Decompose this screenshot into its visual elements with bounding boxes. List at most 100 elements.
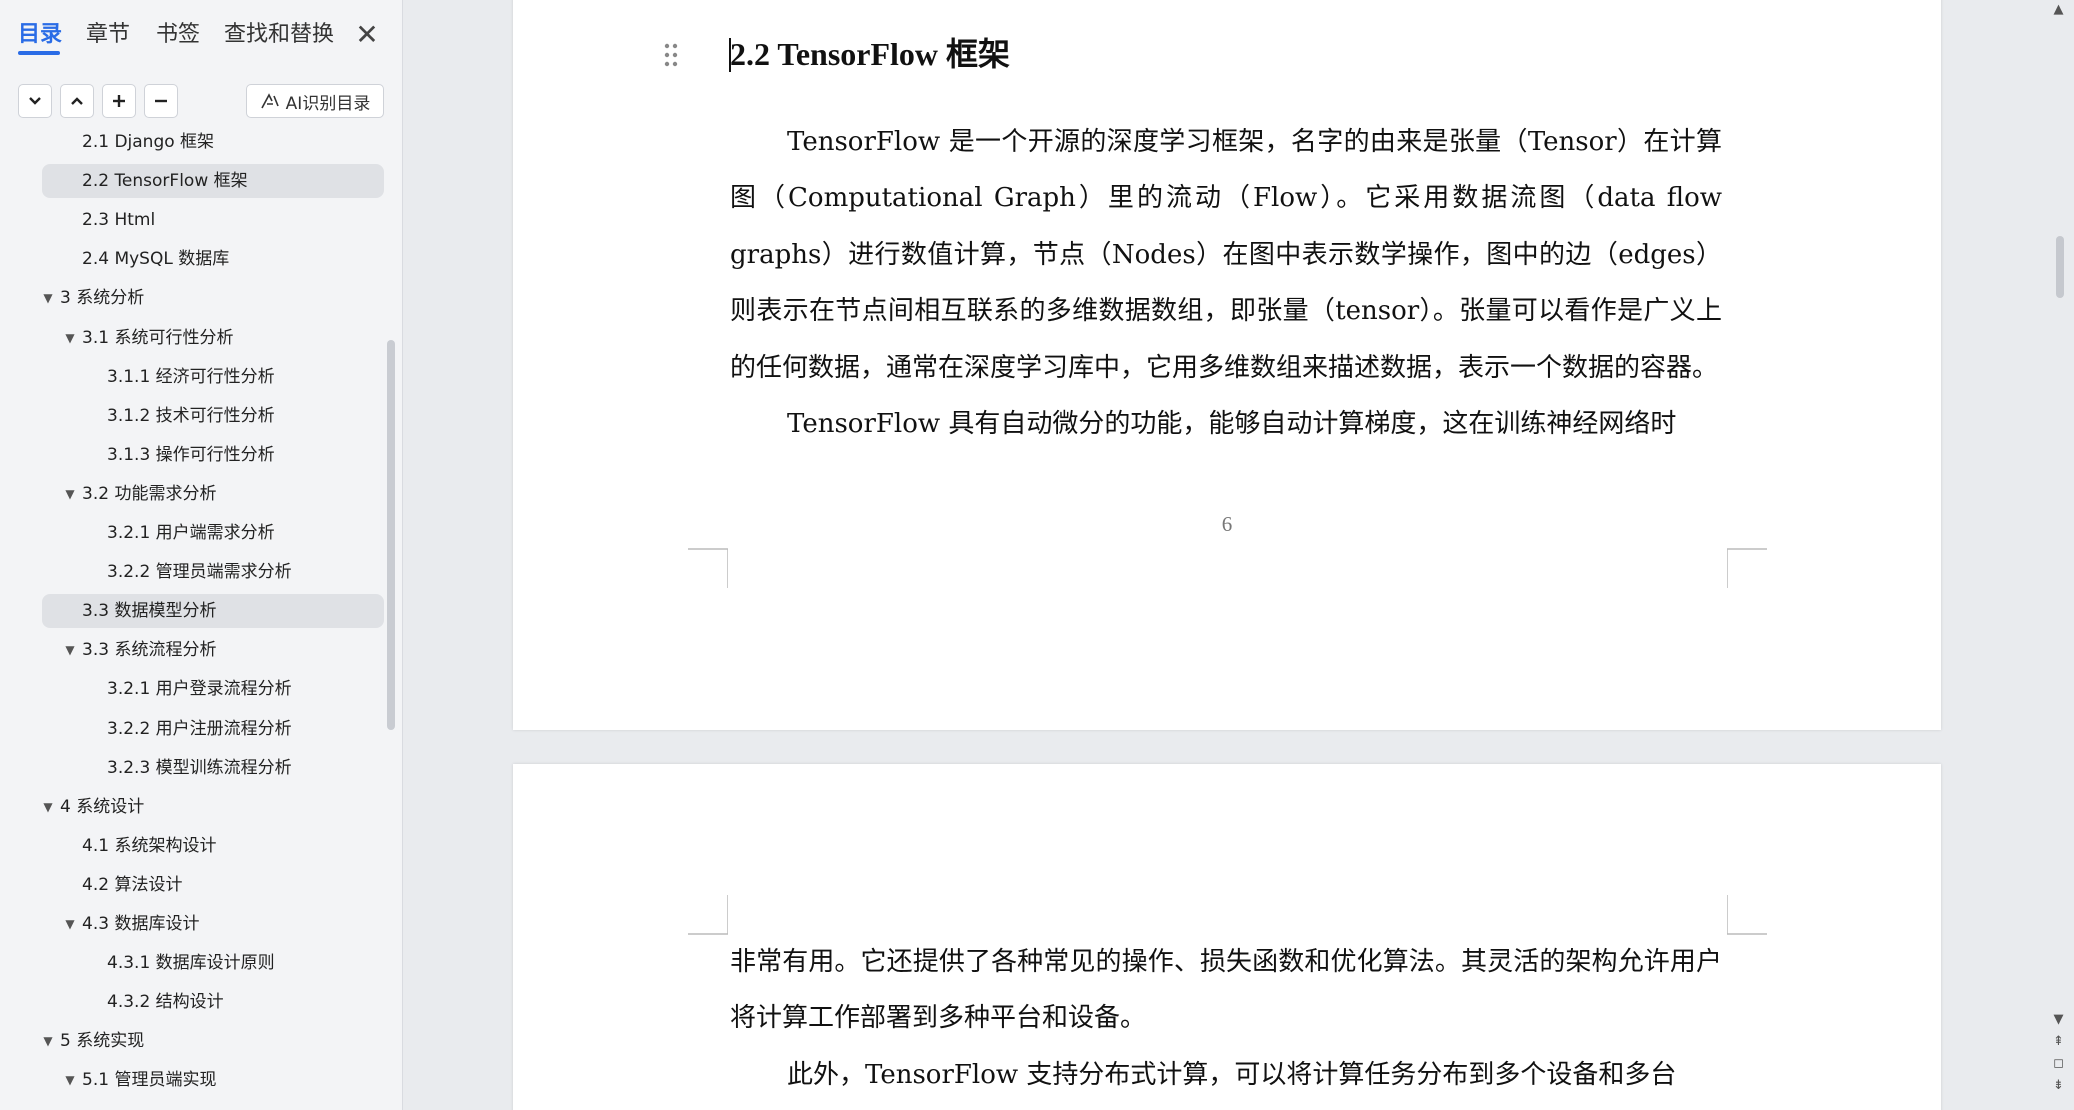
toc-item[interactable]: ▼ 4 系统设计 (42, 790, 384, 824)
paragraph[interactable]: 非常有用。它还提供了各种常见的操作、损失函数和优化算法。其灵活的架构允许用户将计… (730, 934, 1722, 1047)
toc-item[interactable]: ▼ 3 系统分析 (42, 281, 384, 315)
toc-item-label: 2.2 TensorFlow 框架 (82, 171, 248, 192)
toc-item[interactable]: ▼ 5 系统实现 (42, 1024, 384, 1058)
margin-corner-mark (1727, 895, 1767, 935)
toc-item[interactable]: ▼ 3.1 系统可行性分析 (42, 321, 384, 355)
toc-item-label: 3.1.2 技术可行性分析 (107, 405, 275, 426)
navigation-pane: 目录 章节 书签 查找和替换 ✕ AI识别目录 2.1 Django 框架 2.2… (0, 0, 403, 1110)
expand-triangle-icon[interactable]: ▼ (40, 790, 56, 824)
page-number: 6 (1221, 512, 1233, 536)
ai-recognize-toc-button[interactable]: AI识别目录 (246, 84, 384, 118)
toc-item[interactable]: 4.2 算法设计 (42, 868, 384, 902)
toc-item-label: 3.3 数据模型分析 (82, 601, 217, 622)
toc-item[interactable]: 4.1 系统架构设计 (42, 829, 384, 863)
expand-triangle-icon[interactable]: ▼ (62, 1063, 78, 1097)
ai-sparkle-icon (260, 93, 279, 109)
remove-heading-button[interactable] (144, 84, 178, 118)
toc-item[interactable]: ▼ 3.2 功能需求分析 (42, 477, 384, 511)
toc-item[interactable]: 3.2.3 模型训练流程分析 (42, 751, 384, 785)
expand-triangle-icon[interactable]: ▼ (62, 477, 78, 511)
expand-triangle-icon[interactable]: ▼ (62, 907, 78, 941)
toc-item-label: 2.1 Django 框架 (82, 132, 215, 152)
drag-handle-icon[interactable] (663, 42, 679, 68)
toc-item-label: 3.2.1 用户登录流程分析 (107, 679, 292, 700)
paragraph[interactable]: TensorFlow 是一个开源的深度学习框架，名字的由来是张量（Tensor）… (730, 114, 1722, 396)
toc-item-label: 3.2.1 用户端需求分析 (107, 523, 275, 543)
toc-item[interactable]: 2.1 Django 框架 (42, 130, 384, 159)
expand-triangle-icon[interactable]: ▼ (40, 281, 56, 315)
page-7[interactable]: 非常有用。它还提供了各种常见的操作、损失函数和优化算法。其灵活的架构允许用户将计… (513, 764, 1941, 1110)
scrollbar-thumb[interactable] (2056, 236, 2064, 298)
toc-item-label: 5.1 管理员端实现 (82, 1070, 217, 1091)
toc-item-label: 2.3 Html (82, 210, 156, 231)
tab-chapters[interactable]: 章节 (86, 18, 130, 52)
next-page-icon[interactable]: ⇟ (2043, 1078, 2074, 1093)
toc-item-label: 3.1.3 操作可行性分析 (107, 444, 275, 465)
toc-item[interactable]: 3.1.3 操作可行性分析 (42, 438, 384, 472)
select-browse-object-icon[interactable]: ◻ (2043, 1056, 2074, 1071)
minus-icon (155, 99, 167, 103)
toc-item[interactable]: ▼ 3.3 系统流程分析 (42, 633, 384, 667)
collapse-all-button[interactable] (18, 84, 52, 118)
toc-item-label: 5 系统实现 (60, 1031, 145, 1052)
toc-item[interactable]: 3.2.2 用户注册流程分析 (42, 712, 384, 746)
ai-button-label: AI识别目录 (285, 93, 371, 114)
section-heading[interactable]: 2.2 TensorFlow 框架 (730, 26, 1010, 82)
expand-all-button[interactable] (60, 84, 94, 118)
toc-item[interactable]: 4.3.2 结构设计 (42, 985, 384, 1019)
plus-icon (113, 95, 125, 107)
toc-item[interactable]: 3.3 数据模型分析 (42, 594, 384, 629)
chevron-down-icon (29, 97, 41, 105)
toc-item-label: 2.4 MySQL 数据库 (82, 249, 230, 270)
toc-item-label: 3.1.1 经济可行性分析 (107, 366, 275, 387)
scroll-down-icon[interactable]: ▼ (2043, 1012, 2074, 1027)
close-icon[interactable]: ✕ (352, 18, 382, 52)
toc-item-label: 3.2 功能需求分析 (82, 483, 217, 504)
toc-item[interactable]: ▼ 5.1 管理员端实现 (42, 1063, 384, 1097)
toc-item[interactable]: 4.3.1 数据库设计原则 (42, 946, 384, 980)
toc-item-label: 3.1 系统可行性分析 (82, 327, 234, 348)
nav-tabs: 目录 章节 书签 查找和替换 ✕ (0, 0, 402, 70)
tab-bookmarks[interactable]: 书签 (156, 18, 200, 52)
toc-item[interactable]: 3.2.1 用户登录流程分析 (42, 672, 384, 706)
expand-triangle-icon[interactable]: ▼ (40, 1024, 56, 1058)
toc-item-label: 4.3.2 结构设计 (107, 992, 224, 1013)
toc-item[interactable]: 3.2.2 管理员端需求分析 (42, 555, 384, 589)
previous-page-icon[interactable]: ⇞ (2043, 1034, 2074, 1049)
toc-item-label: 3 系统分析 (60, 288, 145, 309)
add-heading-button[interactable] (102, 84, 136, 118)
toc-item-label: 4.1 系统架构设计 (82, 835, 217, 856)
document-canvas: 2.2 TensorFlow 框架 TensorFlow 是一个开源的深度学习框… (403, 0, 2043, 1110)
toc-item[interactable]: 3.1.1 经济可行性分析 (42, 360, 384, 394)
toc-tree: 2.1 Django 框架 2.2 TensorFlow 框架 2.3 Html 2.… (0, 130, 402, 1110)
toc-item[interactable]: ▼ 4.3 数据库设计 (42, 907, 384, 941)
chevron-up-icon (71, 97, 83, 105)
active-tab-indicator (18, 51, 60, 55)
tab-find-replace[interactable]: 查找和替换 (224, 18, 334, 52)
scroll-up-icon[interactable]: ▲ (2043, 2, 2074, 17)
toc-item[interactable]: 2.2 TensorFlow 框架 (42, 164, 384, 199)
tab-toc[interactable]: 目录 (18, 18, 62, 52)
toc-item-label: 3.2.2 管理员端需求分析 (107, 562, 292, 583)
margin-corner-mark (688, 895, 728, 935)
toc-item-label: 4.3.1 数据库设计原则 (107, 953, 275, 974)
toc-item[interactable]: 3.1.2 技术可行性分析 (42, 399, 384, 433)
toc-item-label: 4.2 算法设计 (82, 874, 183, 895)
expand-triangle-icon[interactable]: ▼ (62, 633, 78, 667)
page-6[interactable]: 2.2 TensorFlow 框架 TensorFlow 是一个开源的深度学习框… (513, 0, 1941, 730)
page6-body[interactable]: TensorFlow 是一个开源的深度学习框架，名字的由来是张量（Tensor）… (730, 114, 1722, 452)
margin-corner-mark (1727, 548, 1767, 588)
toc-scrollbar-thumb[interactable] (387, 340, 395, 730)
toc-item-label: 4.3 数据库设计 (82, 914, 200, 934)
toc-item[interactable]: 3.2.1 用户端需求分析 (42, 516, 384, 550)
page7-body[interactable]: 非常有用。它还提供了各种常见的操作、损失函数和优化算法。其灵活的架构允许用户将计… (730, 934, 1722, 1103)
toc-item-label: 4 系统设计 (60, 796, 145, 817)
toc-item[interactable]: 2.4 MySQL 数据库 (42, 242, 384, 276)
toc-item[interactable]: 2.3 Html (42, 203, 384, 237)
expand-triangle-icon[interactable]: ▼ (62, 321, 78, 355)
paragraph[interactable]: TensorFlow 具有自动微分的功能，能够自动计算梯度，这在训练神经网络时 (730, 396, 1722, 452)
toc-item-label: 3.3 系统流程分析 (82, 640, 217, 661)
margin-corner-mark (688, 548, 728, 588)
paragraph[interactable]: 此外，TensorFlow 支持分布式计算，可以将计算任务分布到多个设备和多台 (730, 1047, 1722, 1103)
document-scrollbar[interactable]: ▲ ▼ ⇞ ◻ ⇟ (2043, 0, 2074, 1110)
